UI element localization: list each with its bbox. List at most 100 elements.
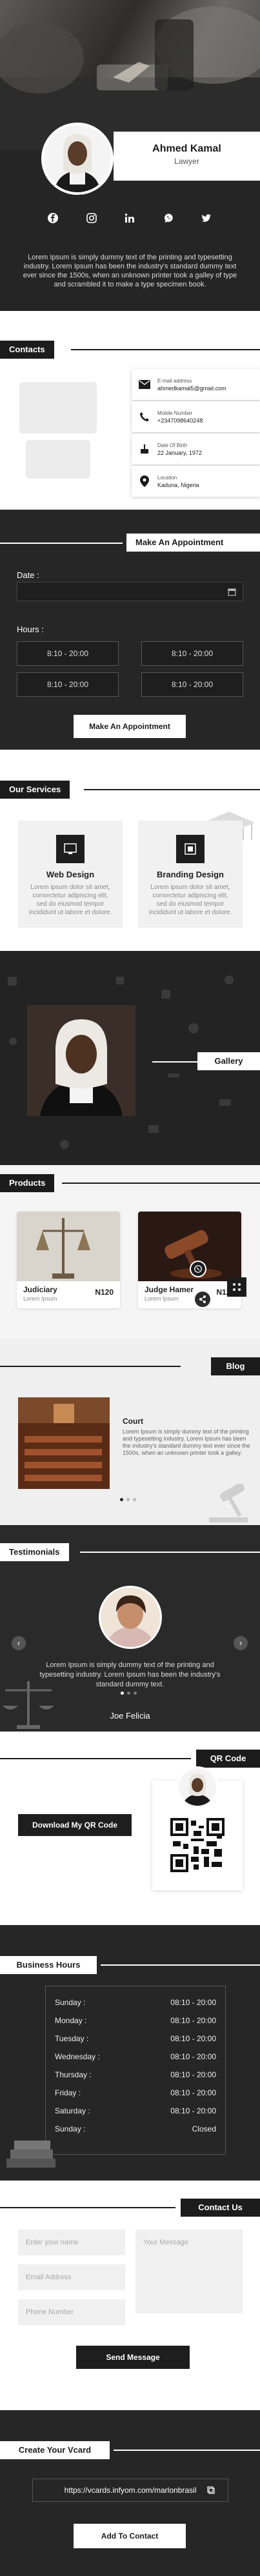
- phone-label: Mobile Number: [157, 410, 193, 416]
- next-arrow-icon[interactable]: ›: [234, 1636, 248, 1650]
- dob-value: 22 January, 1972: [157, 449, 202, 456]
- product-card[interactable]: Judge Hamer Lorem Ipsum N120: [138, 1212, 241, 1308]
- hours-time: 08:10 - 20:00: [170, 1998, 216, 2007]
- profile-bio: Lorem Ipsum is simply dummy text of the …: [23, 254, 237, 288]
- web-design-icon: [56, 835, 85, 863]
- divider: [0, 1366, 181, 1367]
- location-card[interactable]: Location Kaduna, Nigeria: [132, 466, 260, 497]
- services-title: Our Services: [0, 781, 70, 799]
- hours-row: Thursday : 08:10 - 20:00: [55, 2070, 216, 2079]
- location-icon: [132, 475, 157, 487]
- share-icon[interactable]: [195, 1292, 210, 1307]
- email-card[interactable]: E-mail address ahmedkamal5@gmail.com: [132, 369, 260, 400]
- hours-time: 08:10 - 20:00: [170, 2034, 216, 2043]
- hours-row: Sunday : Closed: [55, 2124, 216, 2133]
- instagram-icon[interactable]: [85, 212, 98, 225]
- phone-card[interactable]: Mobile Number +2347098640248: [132, 401, 260, 432]
- divider: [0, 2207, 175, 2208]
- add-to-contact-button[interactable]: Add To Contact: [74, 2524, 186, 2548]
- branding-icon: [176, 835, 205, 863]
- business-hours-title: Business Hours: [0, 1956, 97, 1974]
- name-card: Ahmed Kamal Lawyer: [114, 132, 260, 181]
- copy-icon[interactable]: [207, 2486, 215, 2494]
- gallery-section: Gallery: [0, 951, 260, 1165]
- dob-label: Date Of Birth: [157, 442, 188, 448]
- hours-time: 08:10 - 20:00: [170, 2052, 216, 2061]
- hours-row: Tuesday : 08:10 - 20:00: [55, 2034, 216, 2043]
- hours-time: 08:10 - 20:00: [170, 2016, 216, 2025]
- contacts-section: Contacts E-mail address ahmedkamal5@gmail…: [0, 311, 260, 510]
- hours-day: Saturday :: [55, 2106, 90, 2115]
- name-input[interactable]: Enter your name: [18, 2230, 125, 2255]
- contact-us-title: Contact Us: [181, 2199, 260, 2217]
- email-label: E-mail address: [157, 377, 192, 384]
- divider: [84, 789, 260, 790]
- create-vcard-section: Create Your Vcard https://vcards.infyom.…: [0, 2410, 260, 2576]
- service-card: Web Design Lorem ipsum dolor sit amet, c…: [18, 821, 123, 928]
- cover-banner: [0, 0, 260, 150]
- facebook-icon[interactable]: [46, 212, 59, 225]
- product-image: [17, 1212, 120, 1281]
- gavel-icon: [209, 1484, 248, 1523]
- share-float-button[interactable]: [227, 1277, 246, 1297]
- product-name: Judiciary: [23, 1285, 57, 1294]
- qr-title: QR Code: [196, 1750, 260, 1768]
- time-slot[interactable]: 8:10 - 20:00: [141, 672, 243, 697]
- blog-carousel-dots[interactable]: [120, 1498, 136, 1501]
- qr-card: [152, 1766, 243, 1890]
- testimonials-title: Testimonials: [0, 1543, 69, 1561]
- service-card: Branding Design Lorem ipsum dolor sit am…: [138, 821, 243, 928]
- testimonial-text: Lorem Ipsum is simply dummy text of the …: [39, 1661, 221, 1688]
- calendar-icon[interactable]: [228, 588, 236, 596]
- time-slot[interactable]: 8:10 - 20:00: [17, 672, 119, 697]
- hours-time: 08:10 - 20:00: [170, 2106, 216, 2115]
- blog-image[interactable]: [18, 1397, 110, 1489]
- whatsapp-icon: [194, 1265, 202, 1273]
- hours-row: Sunday : 08:10 - 20:00: [55, 1998, 216, 2007]
- qr-section: QR Code Download My QR Code: [0, 1732, 260, 1925]
- gallery-image[interactable]: [27, 1005, 135, 1116]
- divider: [80, 1552, 260, 1553]
- date-input[interactable]: [17, 582, 243, 601]
- divider: [152, 1061, 197, 1063]
- vcard-url-box[interactable]: https://vcards.infyom.com/marlonbrasil: [32, 2479, 228, 2502]
- vcard-page: Ahmed Kamal Lawyer Lorem Ipsum is simply…: [0, 0, 260, 2576]
- service-name: Web Design: [46, 870, 95, 879]
- hours-row: Friday : 08:10 - 20:00: [55, 2088, 216, 2097]
- divider: [0, 543, 123, 544]
- linkedin-icon[interactable]: [123, 212, 136, 225]
- twitter-icon[interactable]: [200, 212, 213, 225]
- divider: [62, 1183, 260, 1184]
- appointment-title: Make An Appointment: [126, 534, 260, 552]
- social-links: [46, 212, 213, 225]
- share-icon: [233, 1283, 241, 1291]
- testimonial-carousel-dots[interactable]: [121, 1692, 137, 1695]
- download-qr-button[interactable]: Download My QR Code: [18, 1814, 132, 1836]
- testimonials-section: Testimonials ‹ › Lorem Ipsum is simply d…: [0, 1525, 260, 1732]
- make-appointment-button[interactable]: Make An Appointment: [74, 715, 186, 738]
- services-section: Our Services Web Design Lorem ipsum dolo…: [0, 750, 260, 951]
- location-value: Kaduna, Nigeria: [157, 481, 199, 488]
- service-name: Branding Design: [156, 870, 224, 879]
- blog-post-title[interactable]: Court: [123, 1417, 143, 1426]
- whatsapp-float-button[interactable]: [190, 1261, 206, 1277]
- time-slot[interactable]: 8:10 - 20:00: [141, 641, 243, 666]
- scales-of-justice-icon: [3, 1681, 54, 1729]
- blog-section: Blog Court Lorem Ipsum is simply dummy t…: [0, 1339, 260, 1525]
- product-card[interactable]: Judiciary Lorem Ipsum N120: [17, 1212, 120, 1308]
- hours-time: 08:10 - 20:00: [170, 2070, 216, 2079]
- email-input[interactable]: Email Address: [18, 2264, 125, 2290]
- prev-arrow-icon[interactable]: ‹: [12, 1636, 26, 1650]
- phone-input[interactable]: Phone Number: [18, 2299, 125, 2325]
- message-textarea[interactable]: Your Message: [135, 2230, 243, 2313]
- cover-photo: [0, 6, 260, 150]
- date-label: Date :: [17, 570, 39, 580]
- whatsapp-icon[interactable]: [162, 212, 175, 225]
- location-label: Location: [157, 474, 177, 481]
- books-icon: [6, 2141, 55, 2168]
- vcard-url: https://vcards.infyom.com/marlonbrasil: [64, 2486, 197, 2495]
- hours-day: Thursday :: [55, 2070, 92, 2079]
- products-section: Products Judiciary Lorem Ipsum N120 Judg…: [0, 1165, 260, 1339]
- send-message-button[interactable]: Send Message: [76, 2346, 190, 2369]
- time-slot[interactable]: 8:10 - 20:00: [17, 641, 119, 666]
